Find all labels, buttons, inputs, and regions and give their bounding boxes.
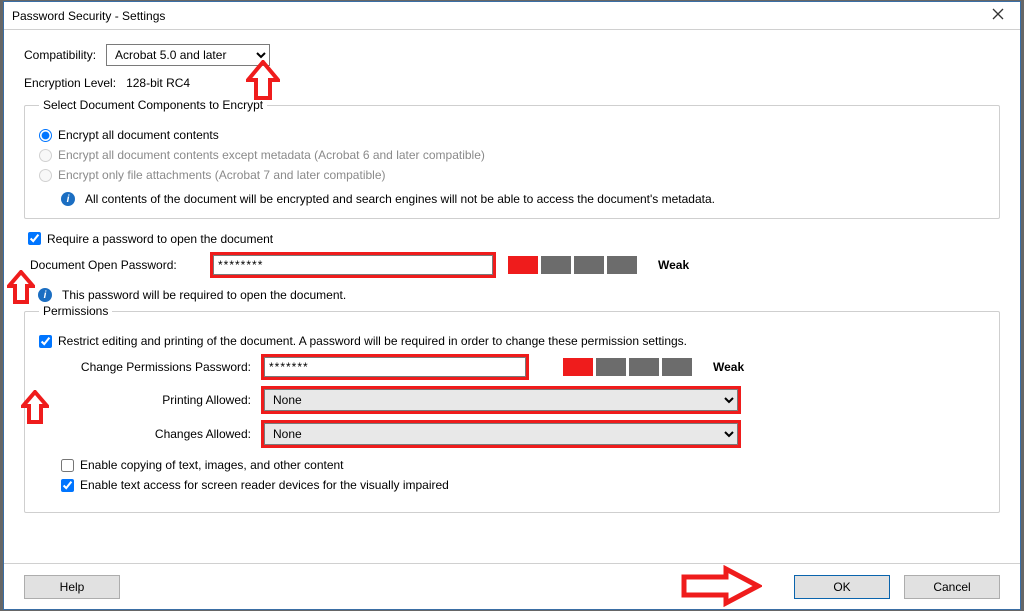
close-icon — [992, 8, 1004, 23]
strength-seg — [596, 358, 626, 376]
info-icon: i — [38, 288, 52, 302]
printing-allowed-highlight: None — [261, 386, 741, 414]
cancel-button[interactable]: Cancel — [904, 575, 1000, 599]
radio-encrypt-except-metadata — [39, 149, 52, 162]
ok-button[interactable]: OK — [794, 575, 890, 599]
permissions-group: Permissions Restrict editing and printin… — [24, 304, 1000, 513]
radio-encrypt-attachments-label: Encrypt only file attachments (Acrobat 7… — [58, 168, 386, 182]
strength-seg — [541, 256, 571, 274]
change-perm-password-label: Change Permissions Password: — [39, 360, 261, 374]
dialog-window: Password Security - Settings Compatibili… — [3, 1, 1021, 610]
strength-seg — [574, 256, 604, 274]
annotation-arrow-right-icon — [680, 565, 762, 607]
titlebar: Password Security - Settings — [4, 2, 1020, 30]
strength-label: Weak — [658, 258, 689, 272]
enable-copying-checkbox[interactable] — [61, 459, 74, 472]
strength-seg — [607, 256, 637, 274]
radio-encrypt-all[interactable] — [39, 129, 52, 142]
encryption-level-value: 128-bit RC4 — [126, 76, 190, 90]
changes-allowed-select[interactable]: None — [264, 423, 738, 445]
doc-open-password-input[interactable] — [213, 255, 493, 275]
button-bar: Help OK Cancel — [4, 563, 1020, 609]
encryption-level-label: Encryption Level: — [24, 76, 116, 90]
doc-open-password-label: Document Open Password: — [24, 258, 210, 272]
strength-seg — [662, 358, 692, 376]
radio-encrypt-attachments — [39, 169, 52, 182]
dialog-body: Compatibility: Acrobat 5.0 and later Enc… — [4, 30, 1020, 563]
change-perm-password-strength: Weak — [563, 358, 744, 376]
compatibility-select[interactable]: Acrobat 5.0 and later — [106, 44, 270, 66]
strength-label: Weak — [713, 360, 744, 374]
open-pw-info-text: This password will be required to open t… — [62, 288, 346, 302]
strength-seg — [629, 358, 659, 376]
permissions-legend: Permissions — [39, 304, 112, 318]
enable-screen-reader-checkbox[interactable] — [61, 479, 74, 492]
printing-allowed-select[interactable]: None — [264, 389, 738, 411]
printing-allowed-label: Printing Allowed: — [39, 393, 261, 407]
dialog-title: Password Security - Settings — [12, 9, 976, 23]
strength-seg — [508, 256, 538, 274]
require-open-password-label: Require a password to open the document — [47, 232, 273, 246]
enable-copying-label: Enable copying of text, images, and othe… — [80, 458, 344, 472]
changes-allowed-highlight: None — [261, 420, 741, 448]
encrypt-info-text: All contents of the document will be enc… — [85, 192, 715, 206]
close-button[interactable] — [976, 2, 1020, 30]
change-perm-password-input[interactable] — [264, 357, 526, 377]
change-perm-password-highlight — [261, 354, 529, 380]
help-button[interactable]: Help — [24, 575, 120, 599]
doc-open-password-highlight — [210, 252, 496, 278]
compatibility-label: Compatibility: — [24, 48, 96, 62]
strength-seg — [563, 358, 593, 376]
changes-allowed-label: Changes Allowed: — [39, 427, 261, 441]
radio-encrypt-all-label: Encrypt all document contents — [58, 128, 219, 142]
restrict-editing-label: Restrict editing and printing of the doc… — [58, 334, 687, 348]
radio-encrypt-except-metadata-label: Encrypt all document contents except met… — [58, 148, 485, 162]
enable-screen-reader-label: Enable text access for screen reader dev… — [80, 478, 449, 492]
encrypt-components-group: Select Document Components to Encrypt En… — [24, 98, 1000, 219]
doc-open-password-strength: Weak — [508, 256, 689, 274]
info-icon: i — [61, 192, 75, 206]
restrict-editing-checkbox[interactable] — [39, 335, 52, 348]
require-open-password-checkbox[interactable] — [28, 232, 41, 245]
encrypt-components-legend: Select Document Components to Encrypt — [39, 98, 267, 112]
